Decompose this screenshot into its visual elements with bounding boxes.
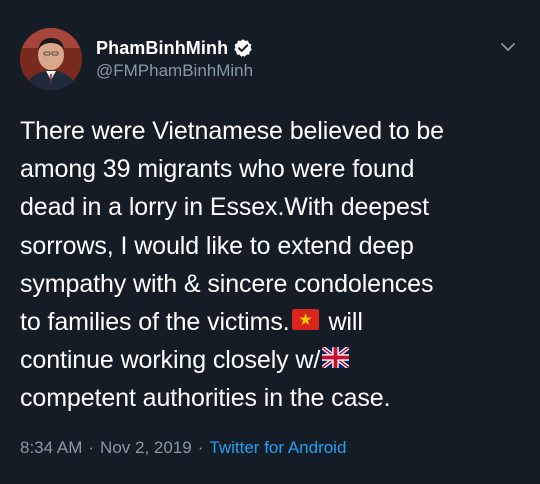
tweet-line: competent authorities in the case. — [20, 384, 391, 413]
chevron-down-icon[interactable] — [497, 36, 519, 58]
tweet-line: to families of the victims. will — [20, 303, 530, 341]
meta-separator: · — [88, 438, 95, 457]
tweet-card: PhamBinhMinh @FMPhamBinhMinh There were … — [0, 0, 540, 484]
verified-badge-icon — [233, 38, 253, 58]
tweet-line: There were Vietnamese believed to be — [20, 117, 444, 145]
author-name-row[interactable]: PhamBinhMinh — [96, 36, 253, 60]
tweet-line: dead in a lorry in Essex.With deepest — [20, 193, 430, 222]
tweet-line-text: will — [321, 308, 363, 337]
tweet-line-text: to families of the victims. — [20, 308, 290, 337]
meta-separator: · — [197, 438, 204, 457]
tweet-date[interactable]: Nov 2, 2019 — [100, 438, 192, 457]
tweet-line-text: continue working closely w/ — [20, 346, 321, 375]
tweet-metadata: 8:34 AM · Nov 2, 2019 · Twitter for Android — [20, 438, 346, 458]
display-name[interactable]: PhamBinhMinh — [96, 38, 228, 59]
tweet-time[interactable]: 8:34 AM — [20, 438, 82, 457]
tweet-source-link[interactable]: Twitter for Android — [209, 438, 346, 457]
author-handle[interactable]: @FMPhamBinhMinh — [96, 61, 253, 81]
profile-photo-icon[interactable] — [20, 28, 82, 90]
uk-flag-icon — [322, 347, 350, 370]
tweet-line: sorrows, I would like to extend deep — [20, 231, 414, 260]
tweet-line: among 39 migrants who were found — [20, 155, 415, 184]
tweet-line: continue working closely w/ — [20, 341, 530, 379]
tweet-text: There were Vietnamese believed to be amo… — [20, 112, 530, 418]
tweet-line: sympathy with & sincere condolences — [20, 269, 434, 298]
vietnam-flag-icon — [291, 309, 319, 332]
